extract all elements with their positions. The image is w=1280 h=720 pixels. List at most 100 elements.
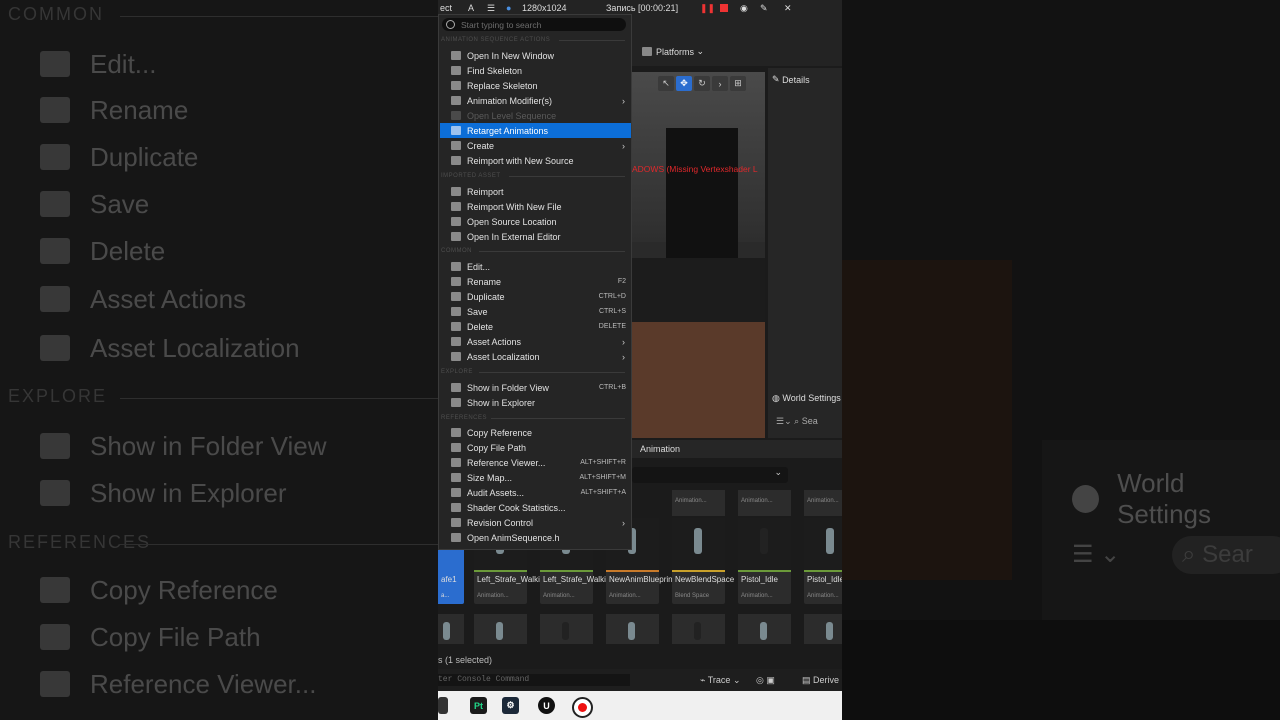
menu-item-asset-localization[interactable]: Asset Localization › — [440, 349, 631, 364]
menu-item-animation-modifiers[interactable]: Animation Modifier(s) › — [440, 93, 631, 108]
asset-tile-partial[interactable] — [474, 614, 527, 644]
code-file-icon — [451, 533, 461, 542]
asset-tile[interactable]: Pistol_Idle Animation... — [738, 518, 791, 604]
menu-item-shader-cook-statistics[interactable]: Shader Cook Statistics... — [440, 500, 631, 515]
menu-search[interactable]: Start typing to search — [442, 18, 626, 31]
asset-tile-partial[interactable]: Animation... — [804, 490, 842, 516]
asset-tile-partial[interactable]: Animation... — [738, 490, 791, 516]
menu-item-asset-actions[interactable]: Asset Actions › — [440, 334, 631, 349]
menu-item-open-source-location[interactable]: Open Source Location — [440, 214, 631, 229]
pencil-icon: ✎ — [772, 74, 780, 84]
menu-item-open-level-sequence: Open Level Sequence — [440, 108, 631, 123]
mic-icon[interactable]: ● — [506, 3, 511, 13]
filter-dropdown[interactable]: ⌄ — [632, 467, 788, 483]
status-icons[interactable]: ◎ ▣ — [756, 675, 775, 686]
select-tool-icon[interactable]: ↖ — [658, 76, 674, 91]
modifier-icon — [451, 96, 461, 105]
derive-button[interactable]: ▤ Derive — [802, 675, 839, 686]
menu-item-rename[interactable]: Rename F2 — [440, 274, 631, 289]
asset-tile-partial[interactable] — [438, 614, 464, 644]
search-icon: ⌕ — [1182, 541, 1196, 568]
asset-tile-partial[interactable] — [606, 614, 659, 644]
character-thumbnail — [760, 528, 768, 554]
platforms-button[interactable]: Platforms ⌄ — [642, 46, 704, 57]
asset-tile[interactable]: NewBlendSpace Blend Space — [672, 518, 734, 604]
menu-item-show-in-explorer[interactable]: Show in Explorer — [440, 395, 631, 410]
chevron-right-icon: › — [622, 140, 625, 151]
pycharm-icon[interactable]: Pt — [470, 697, 487, 714]
viewport-warning: ADOWS (Missing Vertexshader L — [632, 164, 758, 174]
details-tab[interactable]: ✎ Details — [772, 74, 810, 85]
menu-item-show-in-folder-view[interactable]: Show in Folder View CTRL+B — [440, 380, 631, 395]
menu-item-edit[interactable]: Edit... — [440, 259, 631, 274]
level-viewport[interactable]: ADOWS (Missing Vertexshader L ↖ ✥ ↻ › ⊞ — [632, 72, 765, 438]
menu-item-copy-file-path[interactable]: Copy File Path — [440, 440, 631, 455]
reference-viewer-icon — [451, 458, 461, 467]
rename-icon — [451, 277, 461, 286]
asset-tile-partial[interactable] — [738, 614, 791, 644]
menu-item-reimport-with-new-source[interactable]: Reimport with New Source — [440, 153, 631, 168]
duplicate-icon — [451, 292, 461, 301]
animation-tab[interactable]: Animation — [632, 440, 842, 458]
sequence-icon — [451, 111, 461, 120]
explorer-icon — [451, 398, 461, 407]
reimport-icon — [451, 156, 461, 165]
asset-tile[interactable]: Pistol_Idle Animation... — [804, 518, 842, 604]
menu-item-revision-control[interactable]: Revision Control › — [440, 515, 631, 530]
menu-item-copy-reference[interactable]: Copy Reference — [440, 425, 631, 440]
taskbar: Pt ⚙ U — [438, 691, 842, 720]
steam-icon[interactable]: ⚙ — [502, 697, 519, 714]
bg-item: Copy File Path — [40, 617, 261, 657]
bg-item: Rename — [40, 90, 188, 130]
unreal-icon[interactable]: U — [538, 697, 555, 714]
menu-item-open-in-external-editor[interactable]: Open In External Editor — [440, 229, 631, 244]
app-icon[interactable] — [438, 697, 448, 714]
trace-button[interactable]: ⌁ Trace ⌄ — [700, 675, 740, 686]
menu-item-find-skeleton[interactable]: Find Skeleton — [440, 63, 631, 78]
details-search[interactable]: ☰⌄ ⌕ Sea — [776, 416, 818, 427]
asset-tile-partial[interactable] — [672, 614, 725, 644]
bg-item: Copy Reference — [40, 570, 278, 610]
bg-footer — [842, 620, 1280, 720]
menu-item-replace-skeleton[interactable]: Replace Skeleton — [440, 78, 631, 93]
copy-icon — [451, 443, 461, 452]
background-left-blur: COMMON Edit... Rename Duplicate Save Del… — [0, 0, 438, 720]
menu-item-create[interactable]: Create › — [440, 138, 631, 153]
move-tool-icon[interactable]: ✥ — [676, 76, 692, 91]
bg-item: Asset Localization — [40, 328, 300, 368]
menu-item-open-in-new-window[interactable]: Open In New Window — [440, 48, 631, 63]
copy-icon — [451, 428, 461, 437]
chevron-down-icon: ⌄ — [696, 46, 705, 56]
folder-view-icon — [451, 383, 461, 392]
menu-item-save[interactable]: Save CTRL+S — [440, 304, 631, 319]
record-icon[interactable] — [572, 697, 593, 718]
grid-icon[interactable]: ⊞ — [730, 76, 746, 91]
asset-tile-partial[interactable] — [540, 614, 593, 644]
menu-item-duplicate[interactable]: Duplicate CTRL+D — [440, 289, 631, 304]
camera-icon[interactable]: ◉ — [740, 3, 748, 14]
menu-icon[interactable]: ☰ — [487, 3, 495, 14]
bg-item: Delete — [40, 231, 165, 271]
close-icon[interactable]: ✕ — [784, 3, 792, 14]
menu-item-open-animsequence-h[interactable]: Open AnimSequence.h — [440, 530, 631, 545]
window-icon — [451, 51, 461, 60]
menu-item-reference-viewer[interactable]: Reference Viewer... ALT+SHIFT+R — [440, 455, 631, 470]
console-input[interactable]: ter Console Command — [438, 674, 630, 686]
bg-item: Show in Folder View — [40, 426, 327, 466]
pen-icon[interactable]: ✎ — [760, 3, 768, 14]
folder-icon — [451, 217, 461, 226]
menu-item-reimport-with-new-file[interactable]: Reimport With New File — [440, 199, 631, 214]
menu-item-delete[interactable]: Delete DELETE — [440, 319, 631, 334]
menu-item-retarget-animations[interactable]: Retarget Animations — [440, 123, 631, 138]
scale-tool-icon[interactable]: › — [712, 76, 728, 91]
world-settings-tab[interactable]: ◍ World Settings — [772, 393, 841, 404]
pause-icon[interactable]: ❚❚ — [700, 3, 715, 14]
menu-item-audit-assets[interactable]: Audit Assets... ALT+SHIFT+A — [440, 485, 631, 500]
stop-icon[interactable] — [720, 4, 728, 12]
rotate-tool-icon[interactable]: ↻ — [694, 76, 710, 91]
asset-tile-partial[interactable]: Animation... — [672, 490, 725, 516]
menu-item-reimport[interactable]: Reimport — [440, 184, 631, 199]
asset-tile-partial[interactable] — [804, 614, 842, 644]
background-right-blur: World Settings ☰ ⌄ ⌕ Sear — [842, 0, 1280, 720]
menu-item-size-map[interactable]: Size Map... ALT+SHIFT+M — [440, 470, 631, 485]
